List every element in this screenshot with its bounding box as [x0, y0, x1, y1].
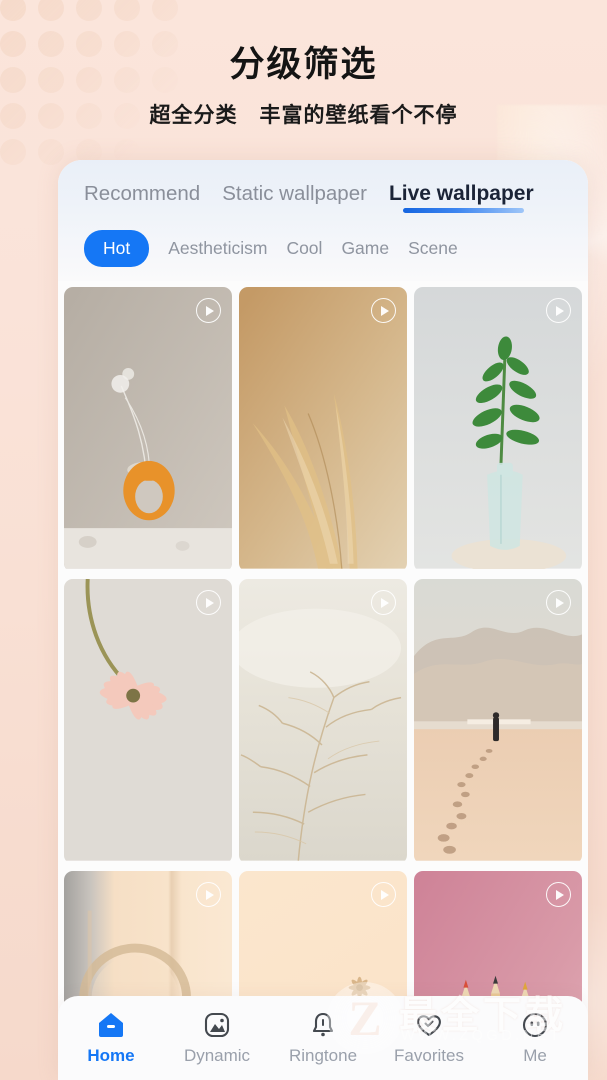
- play-circle-icon[interactable]: [546, 590, 571, 615]
- tab-static-wallpaper[interactable]: Static wallpaper: [222, 182, 367, 213]
- dried-branches-art: [239, 579, 407, 861]
- active-tab-underline: [402, 208, 524, 213]
- page-title: 分级筛选: [229, 45, 378, 84]
- nav-item-dynamic[interactable]: Dynamic: [174, 1010, 260, 1066]
- category-chip-row: Hot Aestheticism Cool Game Scene: [58, 213, 588, 271]
- heart-icon: [417, 1015, 441, 1037]
- image-icon: [204, 1012, 230, 1038]
- green-plant-glass-bottle-art: [414, 287, 582, 569]
- chip-game[interactable]: Game: [341, 238, 389, 259]
- pink-gerbera-daisy-art: [64, 579, 232, 861]
- chip-scene[interactable]: Scene: [408, 238, 458, 259]
- play-circle-icon[interactable]: [546, 882, 571, 907]
- bell-icon: [312, 1012, 334, 1037]
- play-circle-icon[interactable]: [196, 590, 221, 615]
- tab-static-wallpaper-label: Static wallpaper: [222, 182, 367, 205]
- face-icon: [522, 1012, 548, 1038]
- wallpaper-card-green-plant-glass-bottle[interactable]: [414, 287, 582, 572]
- nav-item-dynamic-label: Dynamic: [183, 1046, 251, 1065]
- wallpaper-card-dried-branches[interactable]: [239, 579, 407, 864]
- promo-headline-block: 分级筛选 超全分类 丰富的壁纸看个不停: [0, 44, 607, 129]
- play-circle-icon[interactable]: [196, 882, 221, 907]
- play-circle-icon[interactable]: [371, 298, 396, 323]
- tab-live-wallpaper-label: Live wallpaper: [388, 182, 534, 205]
- chip-cool[interactable]: Cool: [286, 238, 322, 259]
- tab-recommend[interactable]: Recommend: [84, 182, 200, 213]
- nav-item-ringtone-label: Ringtone: [288, 1046, 358, 1065]
- orange-donut-vase-art: [64, 287, 232, 569]
- desert-footprints-walker-art: [414, 579, 582, 861]
- nav-item-home[interactable]: Home: [68, 1010, 154, 1066]
- play-circle-icon[interactable]: [196, 298, 221, 323]
- tab-recommend-label: Recommend: [84, 182, 201, 205]
- nav-item-home-label: Home: [87, 1046, 135, 1065]
- nav-item-me-label: Me: [523, 1046, 547, 1065]
- top-tab-bar: Recommend Static wallpaper Live wallpape…: [58, 182, 588, 213]
- nav-item-favorites-label: Favorites: [394, 1046, 464, 1065]
- bottom-navigation-bar: Home Dynamic Ringtone Favorites Me: [58, 996, 588, 1080]
- wallpaper-card-orange-donut-vase[interactable]: [64, 287, 232, 572]
- wallpaper-grid: [58, 281, 588, 1080]
- wallpaper-card-golden-pampas-grass[interactable]: [239, 287, 407, 572]
- page-subtitle: 超全分类 丰富的壁纸看个不停: [149, 104, 458, 128]
- tab-live-wallpaper[interactable]: Live wallpaper: [389, 182, 534, 213]
- phone-screenshot-card: Recommend Static wallpaper Live wallpape…: [58, 160, 588, 1080]
- app-header: Recommend Static wallpaper Live wallpape…: [58, 160, 588, 281]
- chip-hot[interactable]: Hot: [84, 230, 150, 267]
- home-icon: [99, 1013, 123, 1037]
- play-circle-icon[interactable]: [546, 298, 571, 323]
- play-circle-icon[interactable]: [371, 590, 396, 615]
- nav-item-ringtone[interactable]: Ringtone: [280, 1010, 366, 1066]
- golden-pampas-grass-art: [239, 287, 407, 569]
- wallpaper-card-pink-gerbera-daisy[interactable]: [64, 579, 232, 864]
- chip-aestheticism[interactable]: Aestheticism: [168, 238, 267, 259]
- nav-item-me[interactable]: Me: [492, 1010, 578, 1066]
- play-circle-icon[interactable]: [371, 882, 396, 907]
- nav-item-favorites[interactable]: Favorites: [386, 1010, 472, 1066]
- wallpaper-card-desert-footprints-walker[interactable]: [414, 579, 582, 864]
